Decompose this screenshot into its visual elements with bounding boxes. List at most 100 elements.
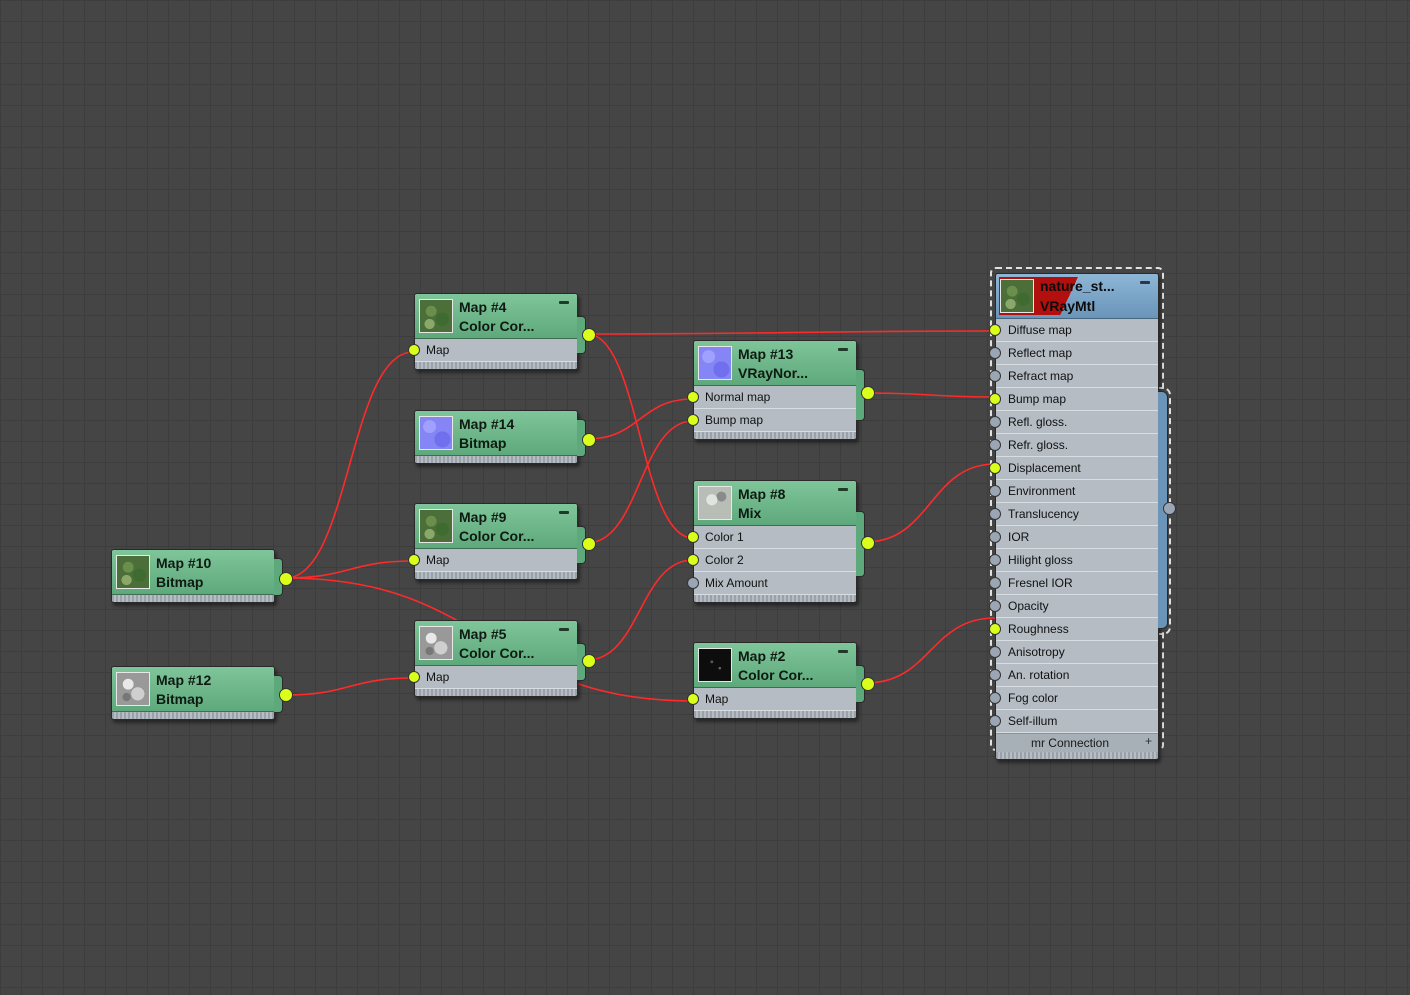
material-slot-anisotropy[interactable]: Anisotropy	[989, 641, 1158, 664]
output-socket[interactable]	[861, 386, 875, 400]
output-socket[interactable]	[279, 572, 293, 586]
node-map-4[interactable]: Map #4 Color Cor... Map	[408, 293, 596, 370]
input-socket[interactable]	[989, 692, 1001, 704]
connection-wire[interactable]	[285, 351, 414, 579]
material-slot-an-rotation[interactable]: An. rotation	[989, 664, 1158, 687]
expand-icon[interactable]: +	[1145, 734, 1152, 748]
connection-wire[interactable]	[865, 617, 996, 684]
connection-wire[interactable]	[865, 392, 996, 398]
material-slot-ior[interactable]: IOR	[989, 526, 1158, 549]
input-slot[interactable]: Bump map	[687, 409, 856, 432]
input-socket[interactable]	[989, 531, 1001, 543]
input-socket[interactable]	[989, 715, 1001, 727]
output-socket[interactable]	[861, 677, 875, 691]
input-socket[interactable]	[687, 693, 699, 705]
input-socket[interactable]	[408, 554, 420, 566]
input-slot[interactable]: Map	[687, 688, 856, 711]
node-header[interactable]: Map #13 VRayNor...	[694, 341, 856, 386]
output-socket[interactable]	[861, 536, 875, 550]
node-header[interactable]: Map #2 Color Cor...	[694, 643, 856, 688]
connection-wire[interactable]	[586, 330, 996, 335]
node-header[interactable]: nature_st... VRayMtl	[996, 274, 1158, 319]
input-socket[interactable]	[989, 600, 1001, 612]
connection-wire[interactable]	[586, 398, 694, 440]
input-socket[interactable]	[687, 531, 699, 543]
node-header[interactable]: Map #10 Bitmap	[112, 550, 274, 595]
input-socket[interactable]	[687, 554, 699, 566]
input-socket[interactable]	[989, 646, 1001, 658]
input-socket[interactable]	[989, 393, 1001, 405]
input-socket[interactable]	[989, 439, 1001, 451]
output-socket[interactable]	[279, 688, 293, 702]
connection-wire[interactable]	[285, 677, 414, 696]
input-socket[interactable]	[989, 324, 1001, 336]
material-slot-hilight-gloss[interactable]: Hilight gloss	[989, 549, 1158, 572]
input-slot[interactable]: Color 2	[687, 549, 856, 572]
input-socket[interactable]	[989, 623, 1001, 635]
output-socket[interactable]	[582, 433, 596, 447]
node-map-9[interactable]: Map #9 Color Cor... Map	[408, 503, 596, 580]
node-map-2[interactable]: Map #2 Color Cor... Map	[687, 642, 875, 719]
node-header[interactable]: Map #4 Color Cor...	[415, 294, 577, 339]
input-socket[interactable]	[687, 391, 699, 403]
node-header[interactable]: Map #14 Bitmap	[415, 411, 577, 456]
minimize-button[interactable]	[838, 348, 848, 351]
connection-wire[interactable]	[586, 420, 694, 544]
mr-connection-rollout[interactable]: mr Connection +	[996, 733, 1158, 752]
input-socket[interactable]	[989, 577, 1001, 589]
minimize-button[interactable]	[559, 628, 569, 631]
connection-wire[interactable]	[285, 560, 414, 579]
material-slot-self-illum[interactable]: Self-illum	[989, 710, 1158, 733]
output-socket[interactable]	[582, 328, 596, 342]
node-map-13[interactable]: Map #13 VRayNor... Normal map Bump map	[687, 340, 875, 440]
minimize-button[interactable]	[559, 301, 569, 304]
minimize-button[interactable]	[1140, 281, 1150, 284]
output-socket[interactable]	[582, 654, 596, 668]
input-socket[interactable]	[989, 370, 1001, 382]
node-map-8[interactable]: Map #8 Mix Color 1 Color 2 Mix Amount	[687, 480, 875, 603]
minimize-button[interactable]	[559, 511, 569, 514]
material-slot-bump-map[interactable]: Bump map	[989, 388, 1158, 411]
material-slot-refr-gloss[interactable]: Refr. gloss.	[989, 434, 1158, 457]
connection-wire[interactable]	[865, 463, 996, 543]
material-slot-refl-gloss[interactable]: Refl. gloss.	[989, 411, 1158, 434]
input-socket[interactable]	[989, 485, 1001, 497]
input-socket[interactable]	[408, 671, 420, 683]
material-slot-refract-map[interactable]: Refract map	[989, 365, 1158, 388]
input-slot[interactable]: Normal map	[687, 386, 856, 409]
material-output-socket[interactable]	[1163, 502, 1176, 515]
input-socket[interactable]	[989, 554, 1001, 566]
node-map-12[interactable]: Map #12 Bitmap	[111, 666, 293, 720]
node-map-5[interactable]: Map #5 Color Cor... Map	[408, 620, 596, 697]
node-map-10[interactable]: Map #10 Bitmap	[111, 549, 293, 603]
input-socket[interactable]	[989, 508, 1001, 520]
material-slot-roughness[interactable]: Roughness	[989, 618, 1158, 641]
input-slot[interactable]: Map	[408, 339, 577, 362]
input-socket[interactable]	[989, 669, 1001, 681]
input-socket[interactable]	[408, 344, 420, 356]
node-header[interactable]: Map #5 Color Cor...	[415, 621, 577, 666]
material-slot-displacement[interactable]: Displacement	[989, 457, 1158, 480]
material-slot-fog-color[interactable]: Fog color	[989, 687, 1158, 710]
material-slot-opacity[interactable]: Opacity	[989, 595, 1158, 618]
material-slot-environment[interactable]: Environment	[989, 480, 1158, 503]
input-socket[interactable]	[989, 416, 1001, 428]
input-slot[interactable]: Map	[408, 666, 577, 689]
input-socket[interactable]	[687, 577, 699, 589]
material-slot-diffuse-map[interactable]: Diffuse map	[989, 319, 1158, 342]
connection-wire[interactable]	[586, 559, 694, 661]
input-socket[interactable]	[989, 462, 1001, 474]
node-header[interactable]: Map #9 Color Cor...	[415, 504, 577, 549]
material-slot-fresnel-ior[interactable]: Fresnel IOR	[989, 572, 1158, 595]
input-socket[interactable]	[687, 414, 699, 426]
input-slot[interactable]: Map	[408, 549, 577, 572]
minimize-button[interactable]	[838, 488, 848, 491]
node-map-14[interactable]: Map #14 Bitmap	[414, 410, 596, 464]
input-slot[interactable]: Color 1	[687, 526, 856, 549]
material-slot-translucency[interactable]: Translucency	[989, 503, 1158, 526]
minimize-button[interactable]	[838, 650, 848, 653]
node-header[interactable]: Map #8 Mix	[694, 481, 856, 526]
node-vraymtl-material[interactable]: nature_st... VRayMtl Diffuse map Reflect …	[989, 273, 1159, 760]
output-socket[interactable]	[582, 537, 596, 551]
node-header[interactable]: Map #12 Bitmap	[112, 667, 274, 712]
